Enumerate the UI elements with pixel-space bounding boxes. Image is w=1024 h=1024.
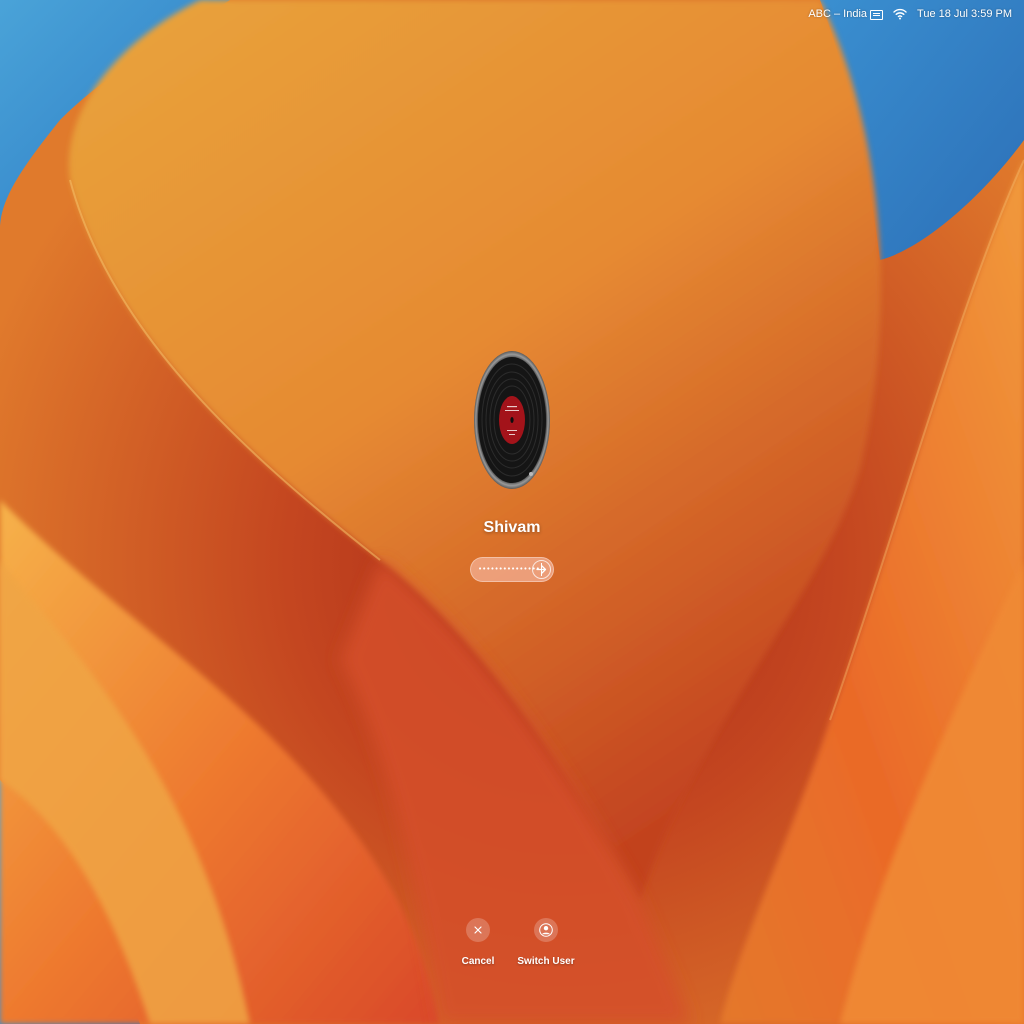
person-icon — [539, 923, 553, 937]
password-dots: ••••••••••••••• — [478, 565, 540, 573]
wallpaper — [0, 0, 1024, 1024]
cancel-button[interactable]: Cancel — [458, 918, 498, 967]
input-source-menu[interactable]: ABC – India — [808, 8, 884, 20]
username-label: Shivam — [483, 519, 541, 536]
vinyl-record-icon — [474, 351, 550, 489]
user-avatar[interactable] — [474, 351, 550, 489]
lock-screen: ABC – India Tue 18 Jul 3:59 PM Shivam ••… — [0, 0, 1024, 1024]
cancel-label: Cancel — [461, 956, 495, 967]
submit-arrow-button[interactable] — [532, 560, 551, 579]
close-icon — [474, 926, 482, 934]
switch-user-label: Switch User — [517, 956, 575, 967]
cancel-circle[interactable] — [466, 918, 490, 942]
arrow-right-icon — [536, 565, 547, 574]
input-source-label: ABC – India — [808, 8, 868, 20]
switch-user-circle[interactable] — [534, 918, 558, 942]
keyboard-icon — [870, 10, 884, 20]
wifi-icon[interactable] — [893, 8, 907, 20]
clock[interactable]: Tue 18 Jul 3:59 PM — [917, 8, 1012, 20]
password-field[interactable]: ••••••••••••••• — [470, 557, 554, 582]
menu-bar: ABC – India Tue 18 Jul 3:59 PM — [808, 0, 1024, 28]
switch-user-button[interactable]: Switch User — [516, 918, 576, 967]
